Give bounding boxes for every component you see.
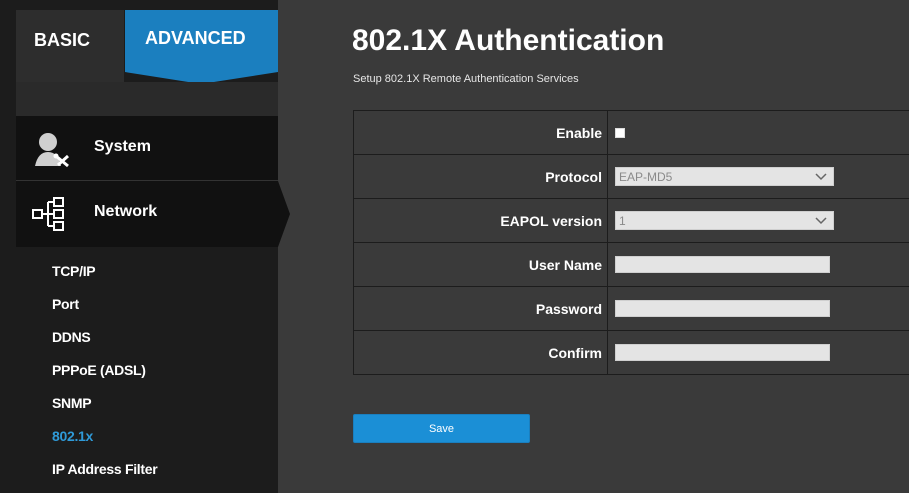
username-input[interactable] [615,256,830,273]
row-password: Password [354,287,909,331]
submenu-pppoe[interactable]: PPPoE (ADSL) [16,354,278,387]
menu-system[interactable]: System [16,116,278,181]
submenu-tcpip[interactable]: TCP/IP [16,255,278,288]
username-label: User Name [354,243,608,286]
tab-advanced[interactable]: ADVANCED [125,10,278,72]
auth-form: Enable Protocol EAP-MD5 EAPOL version 1 [353,110,909,375]
protocol-value: EAP-MD5 [619,169,673,184]
eapol-value: 1 [619,213,626,228]
submenu-ddns[interactable]: DDNS [16,321,278,354]
network-tree-icon [32,197,64,231]
submenu-ip-filter[interactable]: IP Address Filter [16,453,278,486]
menu-network[interactable]: Network [16,181,290,247]
row-confirm: Confirm [354,331,909,375]
enable-label: Enable [354,111,608,154]
sidebar: BASIC ADVANCED System Network TCP/IP Por… [0,0,290,493]
main-content: 802.1X Authentication Setup 802.1X Remot… [278,0,909,493]
enable-checkbox[interactable] [615,127,625,138]
password-input[interactable] [615,300,830,317]
submenu-8021x[interactable]: 802.1x [16,420,278,453]
confirm-input[interactable] [615,344,830,361]
protocol-select[interactable]: EAP-MD5 [615,167,834,186]
page-title: 802.1X Authentication [352,24,665,57]
row-protocol: Protocol EAP-MD5 [354,155,909,199]
chevron-down-icon [815,173,827,181]
tab-basic[interactable]: BASIC [16,10,124,82]
eapol-select[interactable]: 1 [615,211,834,230]
network-submenu: TCP/IP Port DDNS PPPoE (ADSL) SNMP 802.1… [16,255,278,486]
save-button[interactable]: Save [353,414,530,443]
confirm-label: Confirm [354,331,608,374]
submenu-snmp[interactable]: SNMP [16,387,278,420]
chevron-down-icon [815,217,827,225]
system-tools-icon [35,133,70,168]
protocol-label: Protocol [354,155,608,198]
tab-strip [16,82,278,116]
eapol-label: EAPOL version [354,199,608,242]
password-label: Password [354,287,608,330]
submenu-port[interactable]: Port [16,288,278,321]
row-enable: Enable [354,111,909,155]
menu-network-label: Network [94,203,158,220]
row-eapol: EAPOL version 1 [354,199,909,243]
mode-tabs: BASIC ADVANCED [0,0,278,84]
page-subtitle: Setup 802.1X Remote Authentication Servi… [353,73,579,85]
menu-system-label: System [94,138,151,155]
row-username: User Name [354,243,909,287]
